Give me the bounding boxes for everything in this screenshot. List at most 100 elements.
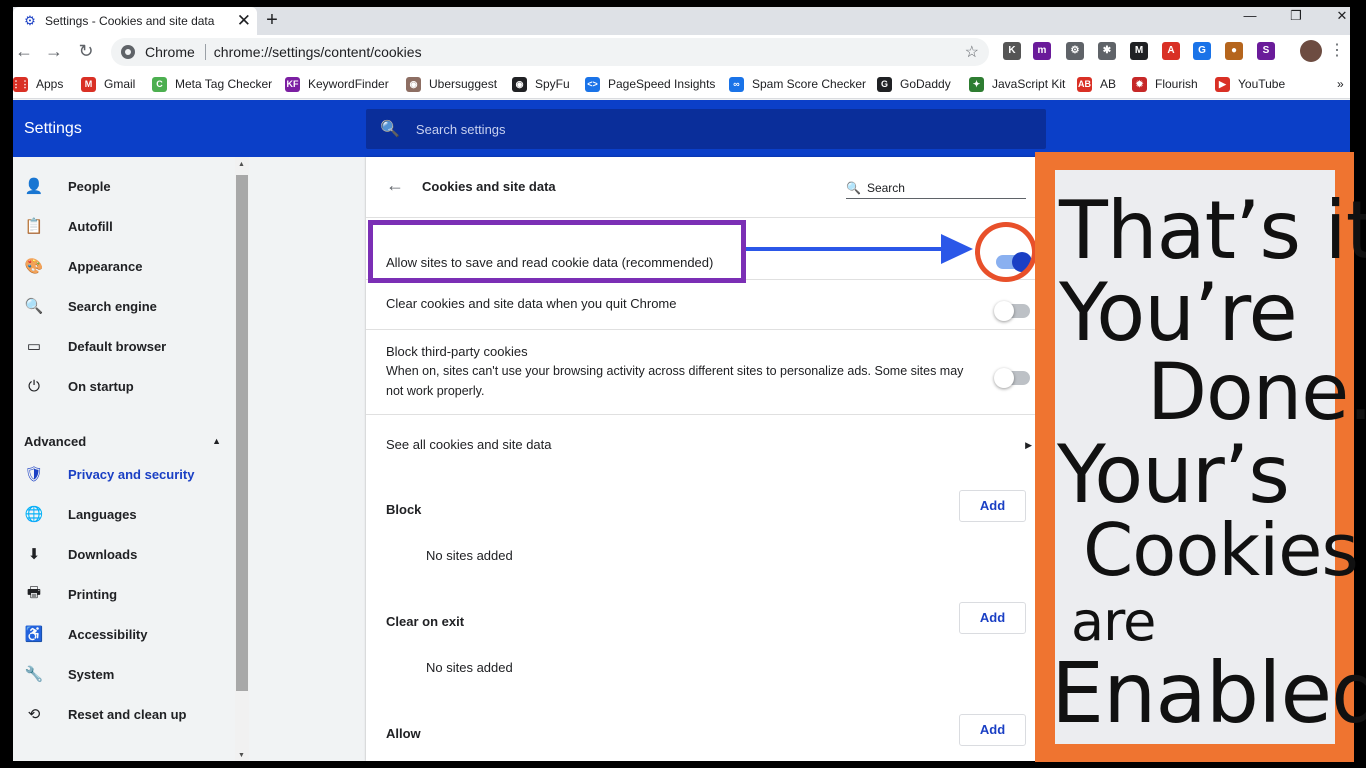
- annotation-note-card: That’s it You’re Done. Your’s Cookies ar…: [1051, 170, 1366, 744]
- sidebar-item-privacy-and-security[interactable]: 🛡 Privacy and security: [13, 454, 235, 494]
- sidebar-scrollbar[interactable]: ▲ ▼: [235, 157, 249, 761]
- bookmark-ubersuggest[interactable]: ◉ Ubersuggest: [406, 75, 497, 93]
- advanced-label: Advanced: [24, 433, 87, 449]
- sidebar-item-languages[interactable]: 🌐 Languages: [13, 494, 235, 534]
- bookmark-javascript-kit-icon: ✦: [969, 76, 984, 92]
- bookmark-keywordfinder[interactable]: KF KeywordFinder: [285, 75, 389, 93]
- search-icon: 🔍: [846, 180, 861, 195]
- scroll-up-icon[interactable]: ▲: [238, 161, 245, 168]
- bookmarks-overflow-button[interactable]: »: [1337, 75, 1344, 93]
- back-arrow-icon[interactable]: ←: [386, 175, 404, 196]
- tab-close-icon[interactable]: ✕: [237, 11, 251, 31]
- sidebar-item-label: Downloads: [68, 546, 138, 562]
- cookie-extension-icon[interactable]: ●: [1225, 42, 1243, 60]
- k-icon[interactable]: K: [1003, 42, 1021, 60]
- search-settings-input[interactable]: 🔍 Search settings: [366, 109, 1046, 149]
- bookmark-apps[interactable]: ⋮⋮ Apps: [13, 75, 63, 93]
- bookmark-ab[interactable]: AB AB: [1077, 75, 1116, 93]
- back-button[interactable]: ←: [13, 40, 35, 62]
- bookmark-flourish[interactable]: ✹ Flourish: [1132, 75, 1198, 93]
- bookmark-pagespeed-insights-icon: <>: [585, 76, 600, 92]
- see-all-cookies-row[interactable]: See all cookies and site data ▶: [366, 414, 1046, 464]
- bookmark-spyfu[interactable]: ◉ SpyFu: [512, 75, 570, 93]
- sidebar-item-system[interactable]: 🔧 System: [13, 654, 235, 694]
- s-extension-icon[interactable]: S: [1257, 42, 1275, 60]
- sidebar-item-label: System: [68, 666, 115, 682]
- bookmark-label: Apps: [36, 77, 64, 91]
- sidebar-item-accessibility[interactable]: ♿ Accessibility: [13, 614, 235, 654]
- active-tab[interactable]: ⚙ Settings - Cookies and site data ✕: [13, 7, 257, 35]
- scrollbar-thumb[interactable]: [236, 175, 248, 691]
- sidebar-item-reset-and-clean-up[interactable]: ⟲ Reset and clean up: [13, 694, 235, 734]
- sidebar-item-label: Accessibility: [68, 626, 148, 642]
- note-line-2: You’re: [1059, 266, 1298, 359]
- bookmark-spam-score-checker-icon: ∞: [729, 76, 744, 92]
- cookies-search-input[interactable]: 🔍 Search: [846, 177, 1026, 199]
- bookmark-label: Spam Score Checker: [752, 77, 867, 91]
- clear-on-exit-add-button[interactable]: Add: [959, 602, 1026, 634]
- card-header: ← Cookies and site data 🔍 Search: [366, 157, 1046, 217]
- new-tab-button[interactable]: +: [262, 9, 282, 32]
- address-chip: Chrome: [145, 44, 195, 60]
- bookmark-label: Ubersuggest: [429, 77, 498, 91]
- title-bar: ⚙ Settings - Cookies and site data ✕ + —…: [13, 7, 1350, 35]
- accessibility-icon: ♿: [24, 626, 44, 643]
- toggle-knob: [994, 301, 1014, 321]
- forward-button[interactable]: →: [43, 40, 65, 62]
- a-extension-icon[interactable]: A: [1162, 42, 1180, 60]
- address-bar[interactable]: Chrome chrome://settings/content/cookies…: [111, 38, 989, 66]
- bookmark-gmail[interactable]: M Gmail: [81, 75, 135, 93]
- screen-frame: ⚙ Settings - Cookies and site data ✕ + —…: [0, 0, 1366, 768]
- bookmark-youtube[interactable]: ▶ YouTube: [1215, 75, 1285, 93]
- reload-button[interactable]: ↻: [75, 40, 97, 62]
- clear-on-exit-empty-text: No sites added: [426, 660, 513, 675]
- browser-toolbar: ← → ↻ Chrome chrome://settings/content/c…: [13, 35, 1350, 69]
- settings-title: Settings: [24, 120, 82, 137]
- sidebar-item-appearance[interactable]: 🎨 Appearance: [13, 246, 235, 286]
- m-extension-icon[interactable]: M: [1130, 42, 1148, 60]
- address-separator: [204, 44, 206, 60]
- sidebar-item-people[interactable]: 👤 People: [13, 166, 235, 206]
- clear-on-quit-toggle[interactable]: [994, 301, 1030, 321]
- menu-kebab-icon[interactable]: ⋮: [1326, 40, 1348, 62]
- restore-button[interactable]: ❐: [1274, 7, 1318, 27]
- browser-icon: ▭: [26, 338, 42, 355]
- block-add-button[interactable]: Add: [959, 490, 1026, 522]
- bookmark-star-icon[interactable]: ☆: [965, 42, 979, 62]
- page-title: Cookies and site data: [422, 179, 556, 194]
- translate-extension-icon[interactable]: G: [1193, 42, 1211, 60]
- sidebar-item-default-browser[interactable]: ▭ Default browser: [13, 326, 235, 366]
- bookmark-meta-tag-checker[interactable]: C Meta Tag Checker: [152, 75, 272, 93]
- bookmark-ubersuggest-icon: ◉: [406, 76, 421, 92]
- shield-icon: 🛡: [24, 466, 44, 483]
- profile-avatar[interactable]: [1300, 40, 1322, 62]
- bookmark-pagespeed-insights[interactable]: <> PageSpeed Insights: [585, 75, 715, 93]
- bookmark-godaddy[interactable]: G GoDaddy: [877, 75, 951, 93]
- wrench-icon: 🔧: [24, 666, 44, 683]
- sidebar-item-label: People: [68, 178, 111, 194]
- power-icon: ⏻: [28, 377, 40, 395]
- minimize-button[interactable]: —: [1228, 7, 1272, 27]
- sidebar-item-label: Autofill: [68, 218, 113, 234]
- bookmark-keywordfinder-icon: KF: [285, 76, 300, 92]
- window-close-button[interactable]: ✕: [1320, 7, 1350, 27]
- address-url[interactable]: chrome://settings/content/cookies: [214, 44, 422, 60]
- meta-extension-icon[interactable]: m: [1033, 42, 1051, 60]
- sidebar-item-on-startup[interactable]: ⏻ On startup: [13, 366, 235, 406]
- search-icon: 🔍: [380, 121, 400, 138]
- sidebar-item-printing[interactable]: 🖶 Printing: [13, 574, 235, 614]
- bookmark-spam-score-checker[interactable]: ∞ Spam Score Checker: [729, 75, 866, 93]
- sidebar-item-downloads[interactable]: ⬇ Downloads: [13, 534, 235, 574]
- toggle-knob: [994, 368, 1014, 388]
- bookmark-javascript-kit[interactable]: ✦ JavaScript Kit: [969, 75, 1065, 93]
- history-icon: ⟲: [27, 706, 41, 723]
- puzzle-extension-icon[interactable]: ✱: [1098, 42, 1116, 60]
- block-third-party-toggle[interactable]: [994, 368, 1030, 388]
- allow-add-button[interactable]: Add: [959, 714, 1026, 746]
- sidebar-item-search-engine[interactable]: 🔍 Search engine: [13, 286, 235, 326]
- sidebar-item-label: Privacy and security: [68, 466, 195, 482]
- gear-extension-icon[interactable]: ⚙: [1066, 42, 1084, 60]
- sidebar-item-autofill[interactable]: 📋 Autofill: [13, 206, 235, 246]
- search-settings-placeholder: Search settings: [415, 121, 506, 137]
- scroll-down-icon[interactable]: ▼: [238, 752, 245, 759]
